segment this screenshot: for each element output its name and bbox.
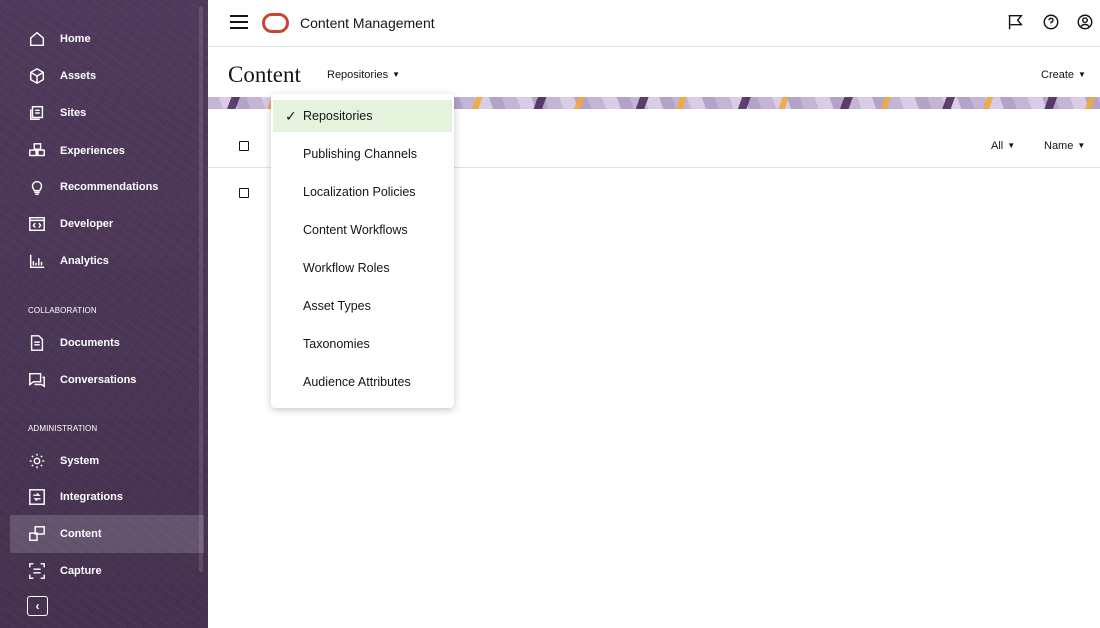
content-icon <box>27 524 47 544</box>
sidebar-item-label: Content <box>60 528 102 540</box>
sites-icon <box>27 103 47 123</box>
menu-item-audience-attributes[interactable]: Audience Attributes <box>271 363 454 401</box>
menu-item-localization-policies[interactable]: Localization Policies <box>271 173 454 211</box>
cube-icon <box>27 66 47 86</box>
sidebar-item-label: Capture <box>60 565 102 577</box>
sidebar-item-documents[interactable]: Documents <box>10 328 204 358</box>
home-icon <box>27 29 47 49</box>
sidebar-item-sites[interactable]: Sites <box>10 98 204 128</box>
sidebar-item-label: Assets <box>60 70 97 82</box>
section-header-administration: ADMINISTRATION <box>28 424 98 433</box>
chevron-down-icon: ▼ <box>1007 141 1016 150</box>
app-title: Content Management <box>300 15 435 31</box>
document-icon <box>27 333 47 353</box>
sidebar-item-label: System <box>60 455 100 467</box>
code-icon <box>27 214 47 234</box>
sidebar: Home Assets Sites Experiences Recommenda… <box>0 0 208 628</box>
menu-item-label: Content Workflows <box>303 223 408 237</box>
menu-item-label: Asset Types <box>303 299 371 313</box>
sort-label: Name <box>1044 140 1074 152</box>
filter-dropdown[interactable]: All ▼ <box>991 140 1015 152</box>
create-button-label: Create <box>1041 69 1075 81</box>
sidebar-item-label: Conversations <box>60 374 137 386</box>
chart-icon <box>27 251 47 271</box>
menu-item-content-workflows[interactable]: Content Workflows <box>271 211 454 249</box>
sidebar-item-recommendations[interactable]: Recommendations <box>10 172 204 202</box>
sidebar-item-experiences[interactable]: Experiences <box>10 136 204 166</box>
menu-item-label: Repositories <box>303 109 373 123</box>
user-avatar-icon[interactable] <box>1076 13 1096 33</box>
sidebar-item-label: Experiences <box>60 145 125 157</box>
experiences-icon <box>27 141 47 161</box>
sidebar-item-home[interactable]: Home <box>10 24 204 54</box>
view-selector-label: Repositories <box>327 69 389 81</box>
help-icon[interactable] <box>1042 13 1062 33</box>
sidebar-item-label: Analytics <box>60 255 109 267</box>
sidebar-item-integrations[interactable]: Integrations <box>10 482 204 512</box>
lightbulb-icon <box>27 177 47 197</box>
menu-item-label: Taxonomies <box>303 337 370 351</box>
sidebar-item-label: Recommendations <box>60 181 159 193</box>
menu-item-label: Localization Policies <box>303 185 416 199</box>
chevron-down-icon: ▼ <box>1077 141 1086 150</box>
sidebar-item-capture[interactable]: Capture <box>10 556 204 586</box>
menu-item-publishing-channels[interactable]: Publishing Channels <box>271 135 454 173</box>
sidebar-item-developer[interactable]: Developer <box>10 209 204 239</box>
collapse-sidebar-button[interactable]: ‹ <box>27 596 48 616</box>
sidebar-item-label: Integrations <box>60 491 123 503</box>
hamburger-menu-icon[interactable] <box>230 15 248 29</box>
sidebar-item-analytics[interactable]: Analytics <box>10 246 204 276</box>
gear-icon <box>27 451 47 471</box>
flag-icon[interactable] <box>1006 13 1026 33</box>
sidebar-item-label: Developer <box>60 218 114 230</box>
sort-dropdown[interactable]: Name ▼ <box>1044 140 1085 152</box>
chevron-down-icon: ▼ <box>392 70 401 79</box>
section-header-collaboration: COLLABORATION <box>28 306 97 315</box>
sidebar-item-label: Sites <box>60 107 87 119</box>
sidebar-item-content[interactable]: Content <box>10 515 204 553</box>
capture-icon <box>27 561 47 581</box>
top-bar: Content Management <box>208 0 1100 47</box>
menu-item-asset-types[interactable]: Asset Types <box>271 287 454 325</box>
oracle-logo-icon <box>262 13 289 33</box>
sidebar-item-assets[interactable]: Assets <box>10 61 204 91</box>
menu-item-taxonomies[interactable]: Taxonomies <box>271 325 454 363</box>
checkmark-icon: ✓ <box>285 108 297 124</box>
integrations-icon <box>27 487 47 507</box>
view-selector-menu: ✓ Repositories Publishing Channels Local… <box>271 94 454 408</box>
menu-item-workflow-roles[interactable]: Workflow Roles <box>271 249 454 287</box>
row-checkbox[interactable] <box>239 188 249 198</box>
chevron-down-icon: ▼ <box>1078 70 1086 79</box>
sidebar-item-conversations[interactable]: Conversations <box>10 365 204 395</box>
filter-label: All <box>991 140 1004 152</box>
menu-item-label: Workflow Roles <box>303 261 390 275</box>
view-selector-dropdown[interactable]: Repositories ▼ <box>327 69 400 81</box>
menu-item-label: Audience Attributes <box>303 375 411 389</box>
menu-item-repositories[interactable]: ✓ Repositories <box>273 100 452 132</box>
sidebar-item-system[interactable]: System <box>10 446 204 476</box>
create-button[interactable]: Create ▼ <box>1041 69 1086 81</box>
sidebar-item-label: Documents <box>60 337 120 349</box>
select-all-checkbox[interactable] <box>239 141 249 151</box>
conversation-icon <box>27 370 47 390</box>
page-title: Content <box>228 62 301 87</box>
sidebar-item-label: Home <box>60 33 91 45</box>
menu-item-label: Publishing Channels <box>303 147 417 161</box>
